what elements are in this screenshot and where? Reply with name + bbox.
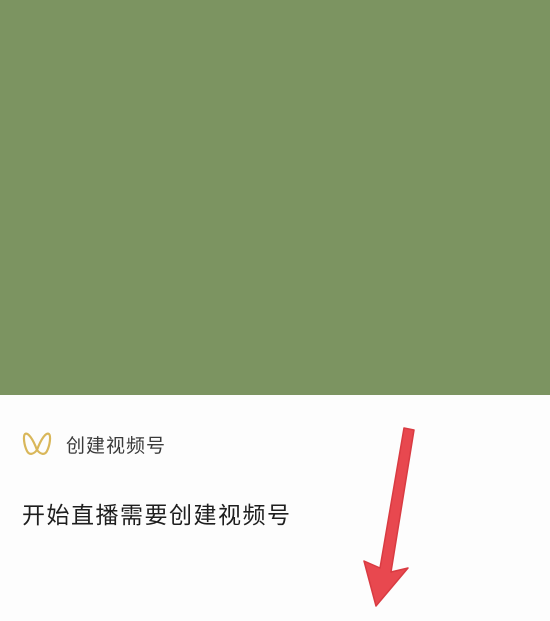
channels-butterfly-icon (22, 430, 52, 458)
sheet-header: 创建视频号 (22, 428, 166, 460)
create-channel-message: 开始直播需要创建视频号 (22, 503, 292, 529)
cover-image (0, 0, 550, 395)
sheet-title: 创建视频号 (66, 434, 167, 457)
